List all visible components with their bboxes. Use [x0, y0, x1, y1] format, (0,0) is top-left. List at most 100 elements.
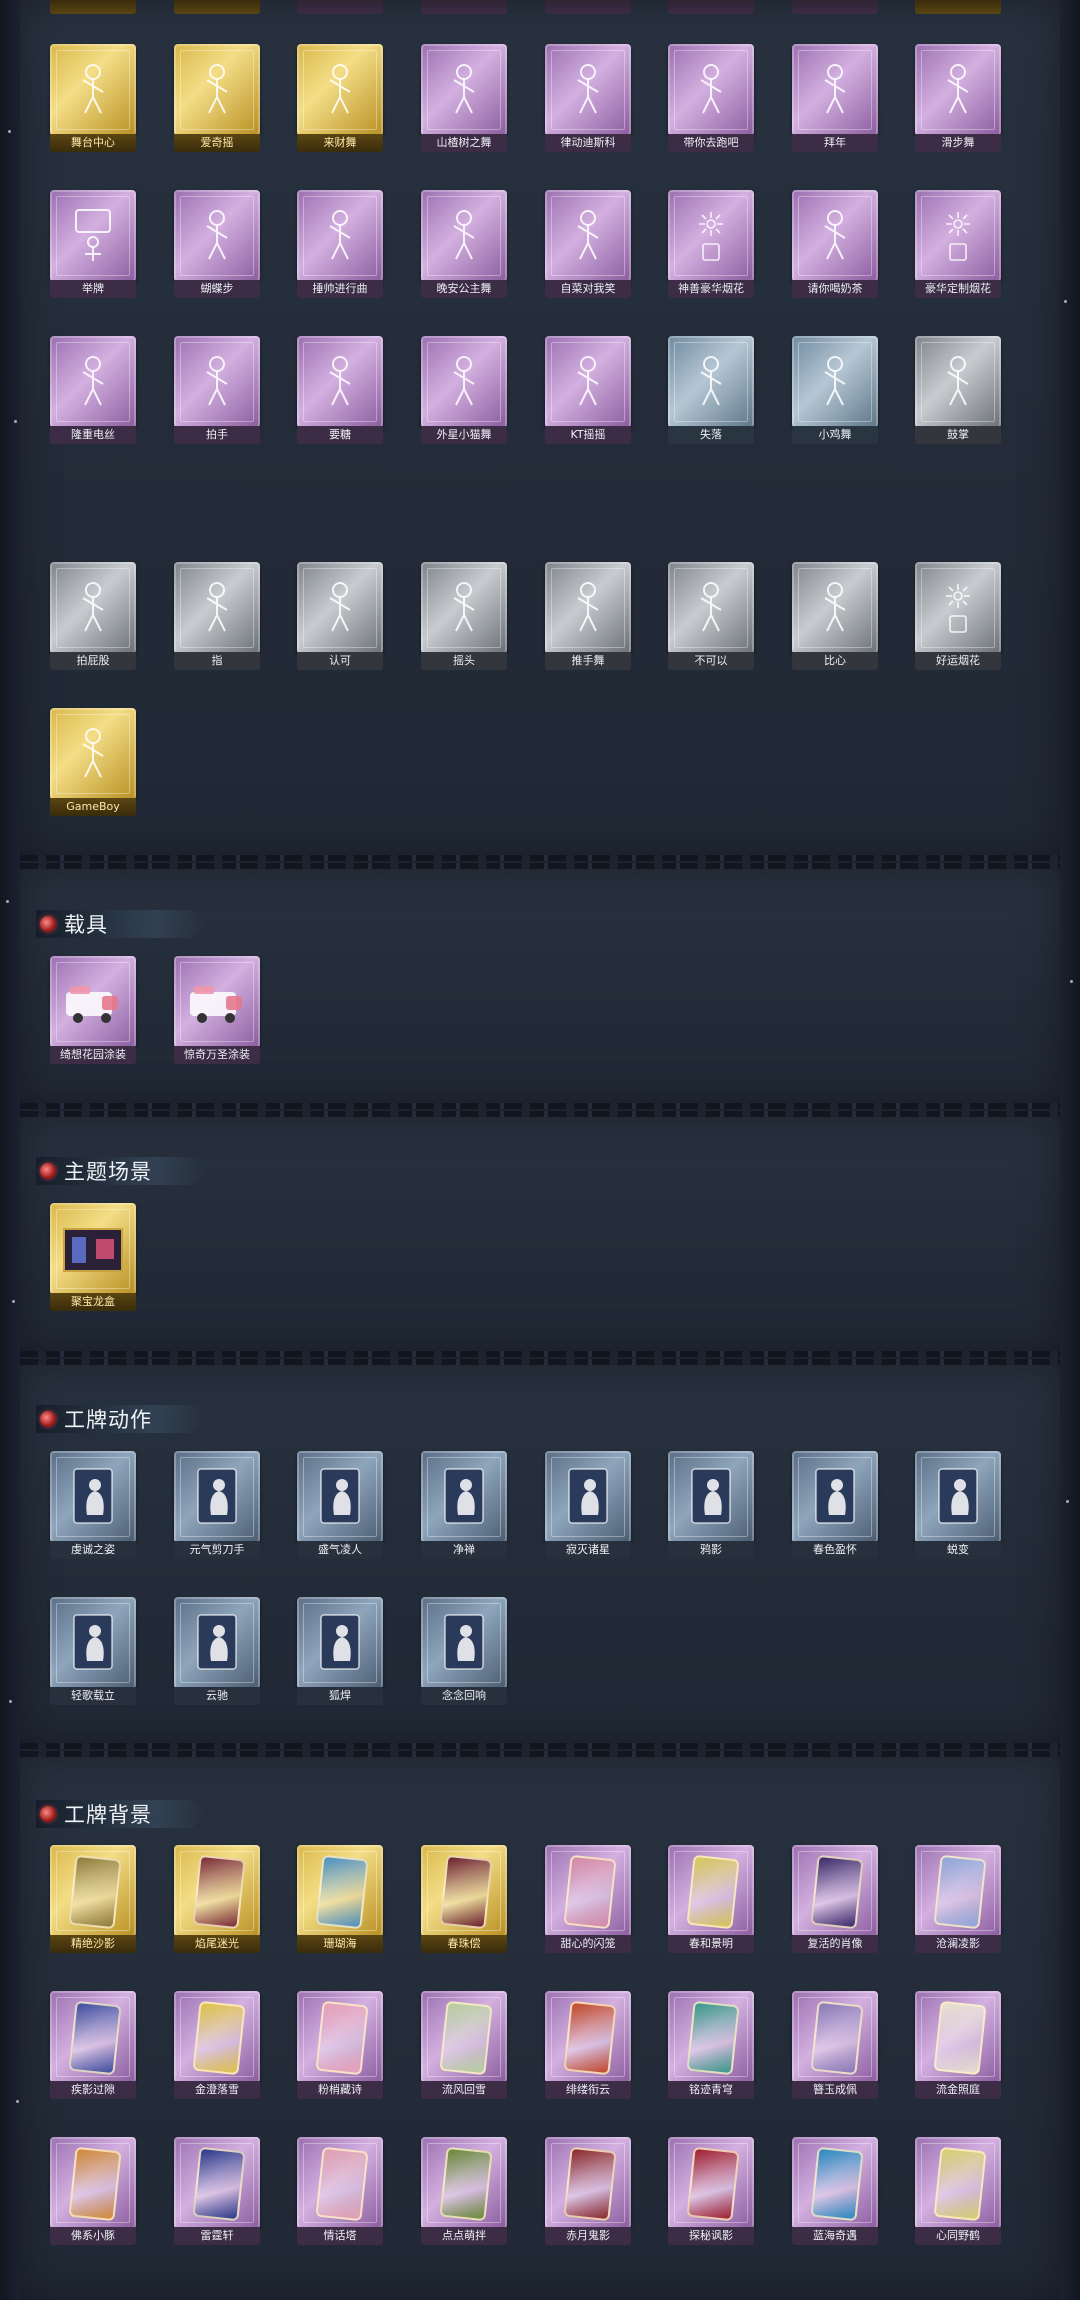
badge-background-card[interactable]: 精绝沙影	[50, 1845, 136, 1953]
dancer-icon	[439, 350, 489, 412]
badge-action-card[interactable]: 轻歌载立	[50, 1597, 136, 1705]
action-card[interactable]: 山楂树之舞	[421, 44, 507, 152]
action-card[interactable]: 失落	[668, 336, 754, 444]
action-card[interactable]: 要糖	[297, 336, 383, 444]
badge-background-card[interactable]: 金澄落雪	[174, 1991, 260, 2099]
badge-background-card[interactable]: 粉梢藏诗	[297, 1991, 383, 2099]
action-card[interactable]: 请你喝奶茶	[792, 190, 878, 298]
sparkle-decoration	[6, 900, 9, 903]
hands-icon	[933, 350, 983, 412]
card-label: 雷霆轩	[174, 2227, 260, 2245]
action-card[interactable]: 认可	[297, 562, 383, 670]
badge-action-card[interactable]: 狐焊	[297, 1597, 383, 1705]
card-label: 精绝沙影	[50, 1935, 136, 1953]
action-card[interactable]: 滑步舞	[915, 44, 1001, 152]
action-card[interactable]: 律动迪斯科	[545, 44, 631, 152]
badge-action-card[interactable]: 云驰	[174, 1597, 260, 1705]
scene-icon	[62, 1225, 124, 1275]
partial-card[interactable]	[915, 0, 1001, 14]
action-card[interactable]: 推手舞	[545, 562, 631, 670]
scene-card[interactable]: 聚宝龙盒	[50, 1203, 136, 1311]
badge-background-card[interactable]: 心同野鹤	[915, 2137, 1001, 2245]
badge-action-card[interactable]: 春色盈怀	[792, 1451, 878, 1559]
action-card[interactable]: 好运烟花	[915, 562, 1001, 670]
action-card[interactable]: 摇头	[421, 562, 507, 670]
action-card[interactable]: 拍手	[174, 336, 260, 444]
badge-background-card[interactable]: 春和景明	[668, 1845, 754, 1953]
badge-background-card[interactable]: 焰尾迷光	[174, 1845, 260, 1953]
badge-background-card[interactable]: 甜心的闪笼	[545, 1845, 631, 1953]
badge-background-card[interactable]: 流金照庭	[915, 1991, 1001, 2099]
badge-background-card[interactable]: 春珠偿	[421, 1845, 507, 1953]
badge-background-card[interactable]: 疾影过隙	[50, 1991, 136, 2099]
dancer-icon	[315, 58, 365, 120]
action-card[interactable]: 外星小猫舞	[421, 336, 507, 444]
action-card[interactable]: 自菜对我笑	[545, 190, 631, 298]
badge-background-card[interactable]: 流风回雪	[421, 1991, 507, 2099]
partial-card[interactable]	[50, 0, 136, 14]
action-card[interactable]: 蝴蝶步	[174, 190, 260, 298]
badge-pose-icon	[439, 1611, 489, 1673]
action-card[interactable]: 隆重电丝	[50, 336, 136, 444]
action-card[interactable]: 豪华定制烟花	[915, 190, 1001, 298]
badge-action-card[interactable]: 鸦影	[668, 1451, 754, 1559]
partial-card[interactable]	[792, 0, 878, 14]
action-card[interactable]: 带你去跑吧	[668, 44, 754, 152]
partial-card[interactable]	[545, 0, 631, 14]
action-card[interactable]: 来财舞	[297, 44, 383, 152]
badge-background-card[interactable]: 绯缕衔云	[545, 1991, 631, 2099]
card-label: 虔诚之姿	[50, 1541, 136, 1559]
badge-background-card[interactable]: 沧澜凌影	[915, 1845, 1001, 1953]
badge-pose-icon	[192, 1465, 242, 1527]
action-card[interactable]: 捶帅进行曲	[297, 190, 383, 298]
action-card[interactable]: 拍屁股	[50, 562, 136, 670]
action-card[interactable]: 指	[174, 562, 260, 670]
badge-background-card[interactable]: 簪玉成佩	[792, 1991, 878, 2099]
action-card[interactable]: 晚安公主舞	[421, 190, 507, 298]
card-label: 惊奇万圣涂装	[174, 1046, 260, 1064]
action-card[interactable]: 不可以	[668, 562, 754, 670]
badge-action-card[interactable]: 虔诚之姿	[50, 1451, 136, 1559]
badge-action-card[interactable]: 元气剪刀手	[174, 1451, 260, 1559]
action-card[interactable]: KT摇摇	[545, 336, 631, 444]
dancer-icon	[563, 58, 613, 120]
partial-card[interactable]	[297, 0, 383, 14]
badge-background-card[interactable]: 雷霆轩	[174, 2137, 260, 2245]
badge-action-card[interactable]: 寂灭诸星	[545, 1451, 631, 1559]
card-label: 寂灭诸星	[545, 1541, 631, 1559]
action-card[interactable]: 神善豪华烟花	[668, 190, 754, 298]
card-label: 珊瑚海	[297, 1935, 383, 1953]
badge-action-card[interactable]: 净禅	[421, 1451, 507, 1559]
vehicle-card[interactable]: 惊奇万圣涂装	[174, 956, 260, 1064]
badge-background-card[interactable]: 珊瑚海	[297, 1845, 383, 1953]
badge-action-card[interactable]: 蜕变	[915, 1451, 1001, 1559]
badge-background-card[interactable]: 蓝海奇遇	[792, 2137, 878, 2245]
badge-background-card[interactable]: 复活的肖像	[792, 1845, 878, 1953]
panel-divider	[20, 855, 1060, 861]
action-card[interactable]: 比心	[792, 562, 878, 670]
badge-background-card[interactable]: 情话塔	[297, 2137, 383, 2245]
badge-action-card[interactable]: 念念回响	[421, 1597, 507, 1705]
badge-background-card[interactable]: 探秘讽影	[668, 2137, 754, 2245]
action-card[interactable]: 爱奇摇	[174, 44, 260, 152]
partial-card[interactable]	[421, 0, 507, 14]
action-card[interactable]: 举牌	[50, 190, 136, 298]
badge-background-card[interactable]: 点点萌拌	[421, 2137, 507, 2245]
partial-card[interactable]	[174, 0, 260, 14]
card-label: 滑步舞	[915, 134, 1001, 152]
vehicle-card[interactable]: 绮想花园涂装	[50, 956, 136, 1064]
panel-divider	[20, 1751, 1060, 1757]
action-card[interactable]: 拜年	[792, 44, 878, 152]
badge-background-art	[810, 2000, 864, 2076]
card-label: 隆重电丝	[50, 426, 136, 444]
dancer-icon	[315, 204, 365, 266]
action-card[interactable]: 小鸡舞	[792, 336, 878, 444]
badge-action-card[interactable]: 盛气凌人	[297, 1451, 383, 1559]
partial-card[interactable]	[668, 0, 754, 14]
action-card[interactable]: 鼓掌	[915, 336, 1001, 444]
badge-background-card[interactable]: 赤月鬼影	[545, 2137, 631, 2245]
badge-background-card[interactable]: 铭迹青穹	[668, 1991, 754, 2099]
action-card[interactable]: GameBoy	[50, 708, 136, 816]
action-card[interactable]: 舞台中心	[50, 44, 136, 152]
badge-background-card[interactable]: 佛系小豚	[50, 2137, 136, 2245]
